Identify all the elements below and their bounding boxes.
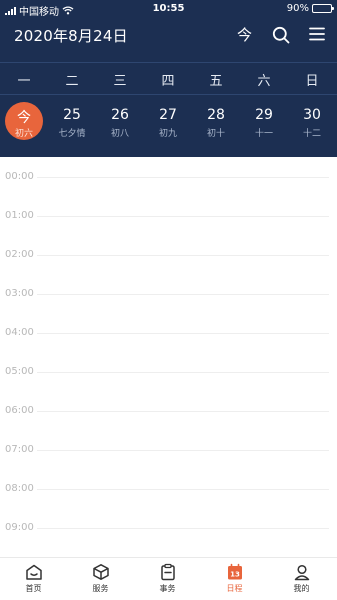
hour-row[interactable]: 04:00 xyxy=(0,313,337,352)
weekday-row: 一 二 三 四 五 六 日 xyxy=(0,62,337,95)
hour-divider xyxy=(37,489,329,490)
date-cell[interactable]: 28 初十 xyxy=(192,97,240,157)
weekday-label: 四 xyxy=(161,74,175,89)
tab-label: 事务 xyxy=(159,584,176,593)
lunar-date: 十二 xyxy=(302,129,321,139)
weekday-label: 二 xyxy=(65,74,79,89)
cube-icon xyxy=(92,564,109,580)
hour-row[interactable]: 07:00 xyxy=(0,430,337,469)
date-cell[interactable]: 29 十一 xyxy=(240,97,288,157)
user-icon xyxy=(294,564,309,581)
battery-icon xyxy=(312,4,334,13)
battery-percent: 90% xyxy=(286,3,309,14)
hour-row[interactable]: 00:00 xyxy=(0,157,337,196)
page-title: 2020年8月24日 xyxy=(14,27,128,45)
tab-label: 服务 xyxy=(92,584,109,593)
hour-row[interactable]: 03:00 xyxy=(0,274,337,313)
hour-label: 03:00 xyxy=(5,288,34,299)
weekday-label: 三 xyxy=(113,74,127,89)
title-row: 2020年8月24日 今 xyxy=(0,20,337,50)
hour-row[interactable]: 06:00 xyxy=(0,391,337,430)
hour-row[interactable]: 09:00 xyxy=(0,508,337,547)
weekday-label: 一 xyxy=(17,74,31,89)
clipboard-icon xyxy=(160,563,175,581)
hour-row[interactable]: 05:00 xyxy=(0,352,337,391)
date-number: 28 xyxy=(207,107,225,123)
status-right: 90% xyxy=(286,3,334,14)
date-number: 今 xyxy=(17,110,31,126)
hour-label: 04:00 xyxy=(5,327,34,338)
calendar-icon: 13 xyxy=(227,563,242,580)
tab-label: 日程 xyxy=(226,584,243,593)
hour-divider xyxy=(37,177,329,178)
date-cell-today[interactable]: 今 初六 xyxy=(0,97,48,157)
hour-divider xyxy=(37,216,329,217)
hour-label: 07:00 xyxy=(5,444,34,455)
hour-label: 09:00 xyxy=(5,522,34,533)
weekday-label: 六 xyxy=(257,74,271,89)
tab-service[interactable]: 服务 xyxy=(67,563,134,600)
tab-mine[interactable]: 我的 xyxy=(268,563,335,600)
hour-label: 06:00 xyxy=(5,405,34,416)
date-number: 30 xyxy=(303,107,321,123)
lunar-date: 初八 xyxy=(110,129,129,139)
today-button[interactable]: 今 xyxy=(237,24,252,45)
hour-divider xyxy=(37,372,329,373)
hour-row[interactable]: 01:00 xyxy=(0,196,337,235)
lunar-date: 七夕情 xyxy=(58,129,86,139)
hour-divider xyxy=(37,450,329,451)
date-number: 29 xyxy=(255,107,273,123)
home-icon xyxy=(25,564,42,580)
hour-label: 01:00 xyxy=(5,210,34,221)
search-icon[interactable] xyxy=(272,26,290,44)
calendar-badge: 13 xyxy=(230,571,240,579)
tab-schedule[interactable]: 13 日程 xyxy=(201,563,268,600)
header: 中国移动 10:55 90% 2020年8月24日 今 一 二 三 四 五 六 … xyxy=(0,0,337,157)
lunar-date: 十一 xyxy=(254,129,273,139)
bottom-tab-bar: 首页 服务 事务 13 日程 我的 xyxy=(0,557,337,600)
hour-row[interactable]: 02:00 xyxy=(0,235,337,274)
hour-label: 02:00 xyxy=(5,249,34,260)
date-cell[interactable]: 26 初八 xyxy=(96,97,144,157)
date-cell[interactable]: 25 七夕情 xyxy=(48,97,96,157)
hour-row[interactable]: 08:00 xyxy=(0,469,337,508)
weekday-label: 日 xyxy=(305,74,319,89)
lunar-date: 初六 xyxy=(14,129,33,139)
hour-divider xyxy=(37,528,329,529)
timeline[interactable]: 00:00 01:00 02:00 03:00 04:00 05:00 06:0… xyxy=(0,157,337,557)
hour-divider xyxy=(37,255,329,256)
hour-label: 05:00 xyxy=(5,366,34,377)
date-number: 27 xyxy=(159,107,177,123)
lunar-date: 初十 xyxy=(206,129,225,139)
menu-icon[interactable] xyxy=(309,27,325,41)
weekday-label: 五 xyxy=(209,74,223,89)
tab-home[interactable]: 首页 xyxy=(0,563,67,600)
hour-label: 00:00 xyxy=(5,171,34,182)
hour-divider xyxy=(37,333,329,334)
lunar-date: 初九 xyxy=(158,129,177,139)
hour-divider xyxy=(37,411,329,412)
date-cell[interactable]: 27 初九 xyxy=(144,97,192,157)
hour-divider xyxy=(37,294,329,295)
date-cell[interactable]: 30 十二 xyxy=(288,97,336,157)
hour-label: 08:00 xyxy=(5,483,34,494)
date-number: 25 xyxy=(63,107,81,123)
status-bar: 中国移动 10:55 90% xyxy=(0,0,337,18)
tab-affairs[interactable]: 事务 xyxy=(134,563,201,600)
date-number: 26 xyxy=(111,107,129,123)
tab-label: 我的 xyxy=(293,584,310,593)
dates-row: 今 初六 25 七夕情 26 初八 27 初九 28 初十 29 十一 30 十… xyxy=(0,97,337,157)
tab-label: 首页 xyxy=(25,584,42,593)
